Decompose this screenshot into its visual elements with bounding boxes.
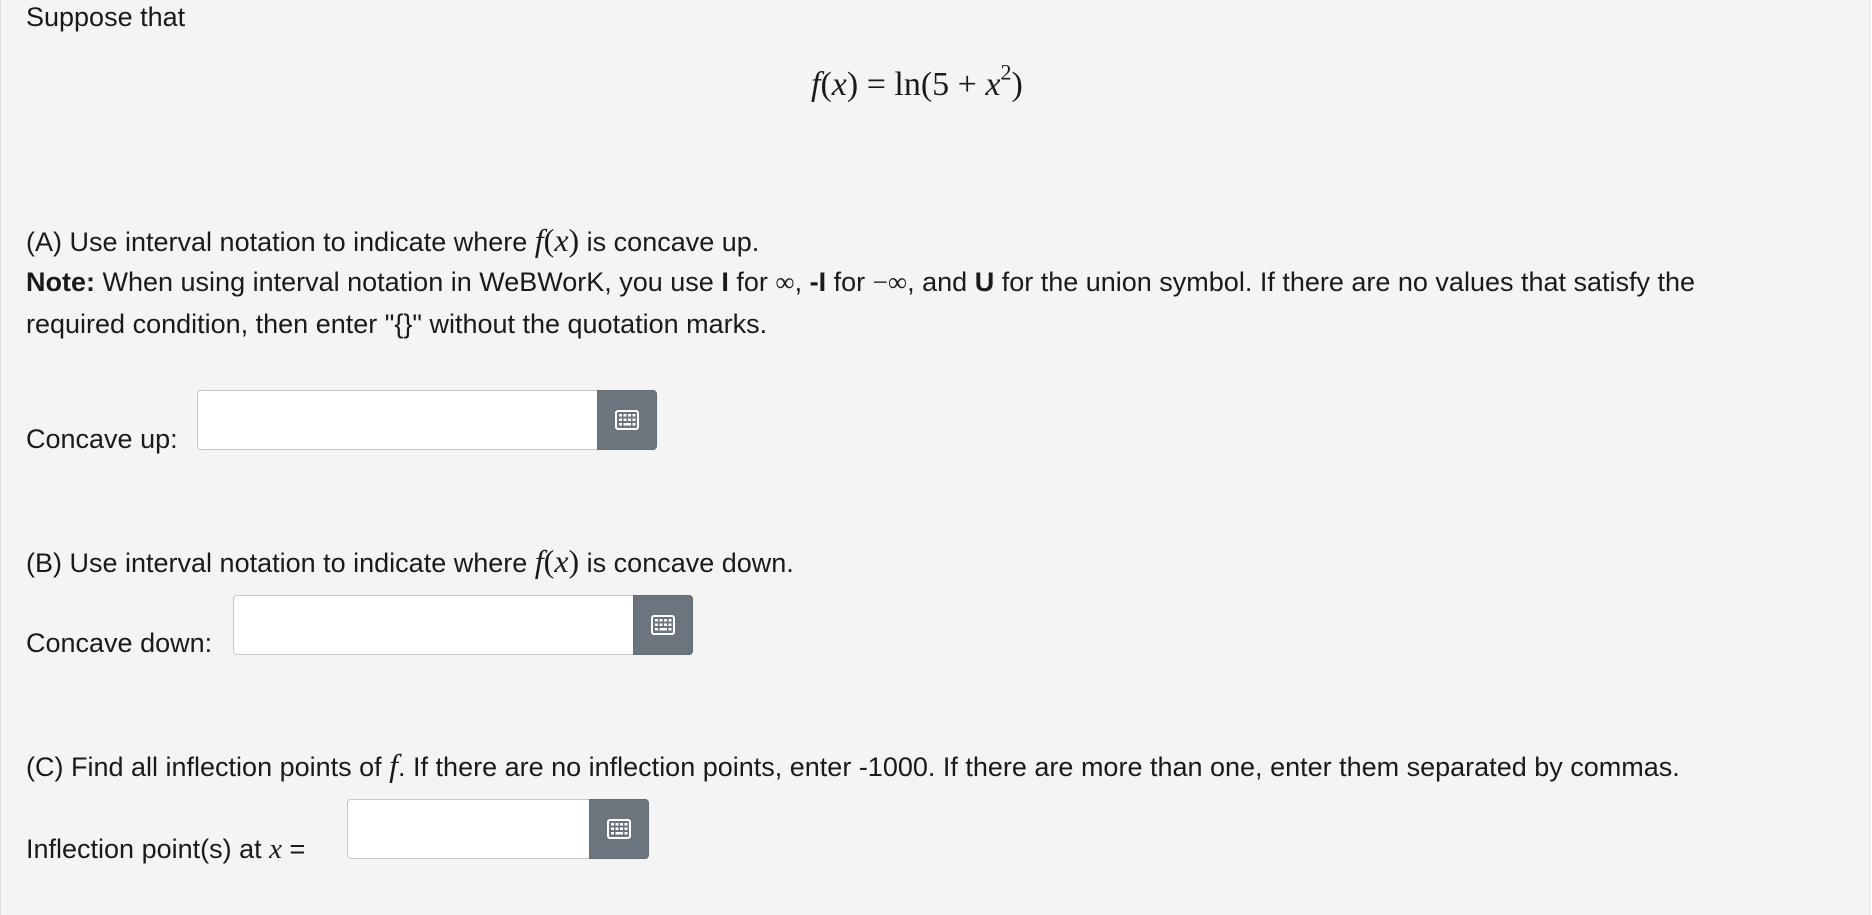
grid-keyboard-icon	[607, 819, 631, 839]
part-a-question: (A) Use interval notation to indicate wh…	[26, 222, 760, 258]
part-c-math: f	[389, 747, 399, 783]
part-c-question: (C) Find all inflection points of f. If …	[26, 747, 1680, 783]
concave-down-input[interactable]	[233, 595, 633, 655]
inflection-point-answer-group	[347, 799, 649, 859]
concave-up-input[interactable]	[197, 390, 597, 450]
part-a-note-line2: required condition, then enter "{}" with…	[26, 309, 768, 339]
concave-down-label: Concave down:	[26, 628, 213, 658]
inflection-point-palette-button[interactable]	[589, 799, 649, 859]
part-b-math: f(x)	[534, 543, 580, 579]
inflection-point-input[interactable]	[347, 799, 589, 859]
problem-panel: Suppose that f(x) = ln(5 + x2) (A) Use i…	[0, 0, 1870, 915]
note-label: Note:	[26, 267, 95, 297]
intro-text: Suppose that	[26, 2, 186, 32]
part-a-note: Note: When using interval notation in We…	[26, 267, 1696, 297]
part-b-question: (B) Use interval notation to indicate wh…	[26, 543, 794, 579]
part-a-math: f(x)	[534, 222, 580, 258]
grid-keyboard-icon	[615, 410, 639, 430]
concave-up-answer-group	[197, 390, 657, 450]
concave-up-label: Concave up:	[26, 424, 178, 454]
function-equation: f(x) = ln(5 + x2)	[811, 59, 1023, 103]
concave-down-palette-button[interactable]	[633, 595, 693, 655]
grid-keyboard-icon	[651, 615, 675, 635]
inflection-point-label: Inflection point(s) at x =	[26, 833, 306, 865]
concave-down-answer-group	[233, 595, 693, 655]
concave-up-palette-button[interactable]	[597, 390, 657, 450]
